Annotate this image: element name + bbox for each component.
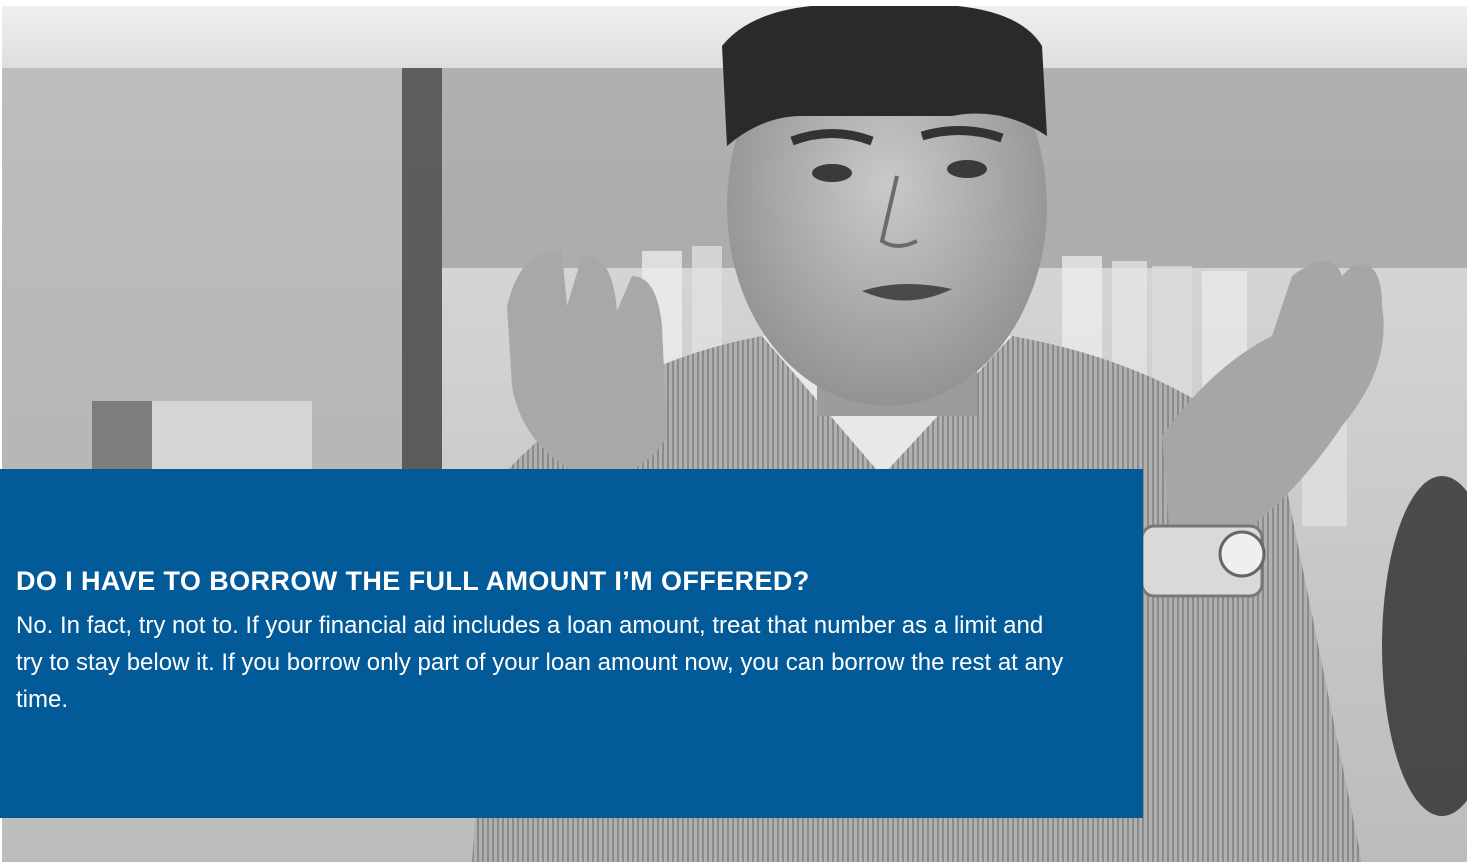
faq-answer: No. In fact, try not to. If your financi… bbox=[16, 612, 1064, 713]
faq-hero: DO I HAVE TO BORROW THE FULL AMOUNT I’M … bbox=[0, 0, 1467, 862]
faq-question: DO I HAVE TO BORROW THE FULL AMOUNT I’M … bbox=[16, 566, 810, 596]
faq-panel: DO I HAVE TO BORROW THE FULL AMOUNT I’M … bbox=[0, 469, 1143, 818]
